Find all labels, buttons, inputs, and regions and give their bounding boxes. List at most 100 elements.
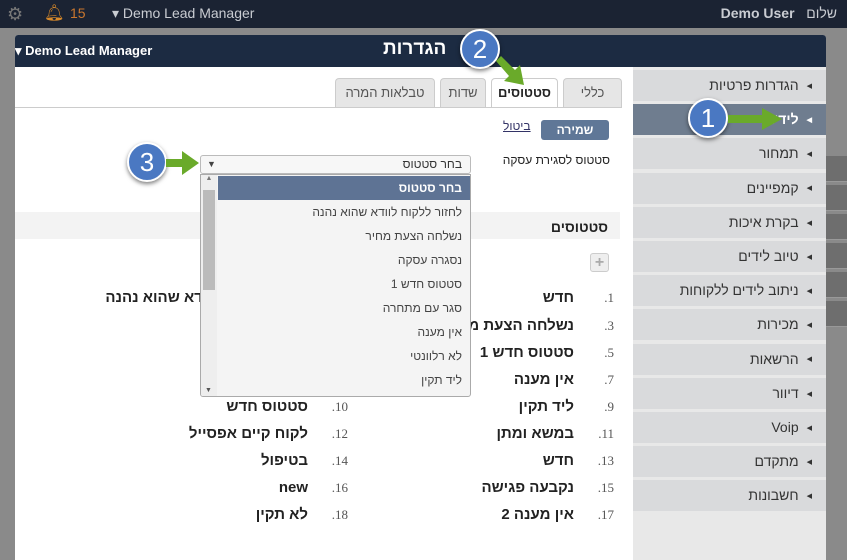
status-item[interactable]: 12. לקוח קיים אפסייל [189, 425, 348, 445]
sidebar-item-label: ניתוב לידים ללקוחות [679, 282, 799, 299]
tab-label: כללי [580, 85, 605, 100]
status-label: חדש [542, 289, 574, 306]
callout-badge-2: 2 [460, 29, 500, 69]
status-label: בטיפול [260, 452, 308, 469]
add-status-button[interactable]: + [590, 253, 609, 272]
sidebar-item-label: Voip [771, 419, 799, 435]
scroll-up-icon[interactable]: ▲ [201, 175, 217, 182]
sidebar-item-label: טיוב לידים [738, 248, 799, 264]
sidebar-item-label: מתקדם [754, 453, 799, 470]
sidebar-item[interactable]: ◀ תמחור [633, 138, 826, 170]
bell-icon[interactable]: 🔔︎ [44, 3, 64, 23]
callout-badge-3: 3 [127, 142, 167, 182]
status-number: 9. [604, 399, 614, 414]
status-number: 17. [597, 507, 614, 522]
sidebar-item[interactable]: ◀ Voip [633, 412, 826, 443]
status-item[interactable]: 1. חדש [543, 289, 614, 309]
caret-icon: ◀ [806, 82, 812, 90]
status-item[interactable]: 13. חדש [543, 452, 614, 472]
dropdown-option[interactable]: אין מענה [218, 320, 470, 344]
tab-label: טבלאות המרה [345, 85, 425, 100]
status-item[interactable]: 11. במשא ומתן [496, 425, 614, 445]
dropdown-option[interactable]: סגר עם מתחרה [218, 296, 470, 320]
sidebar-item[interactable]: ◀ מכירות [633, 309, 826, 341]
status-number: 3. [604, 318, 614, 333]
status-label: במשא ומתן [496, 425, 574, 442]
sidebar-item-label: דיוור [772, 384, 799, 401]
tab-fields[interactable]: שדות [440, 78, 486, 107]
sidebar-item[interactable]: ◀ ניתוב לידים ללקוחות [633, 275, 826, 307]
status-item[interactable]: 7. אין מענה [514, 371, 614, 391]
dropdown-option[interactable]: לא רלוונטי [218, 344, 470, 368]
greeting: שלום [806, 5, 837, 21]
status-label: אין מענה [513, 371, 574, 388]
status-item[interactable]: 9. ליד תקין [519, 398, 614, 418]
scrollbar[interactable]: ▲ ▼ [201, 175, 217, 396]
callout-badge-1: 1 [688, 98, 728, 138]
user-greeting[interactable]: שלום Demo User [721, 5, 837, 21]
sidebar-item[interactable]: ◀ בקרת איכות [633, 206, 826, 238]
status-label: לא תקין [255, 506, 308, 523]
dropdown-option[interactable]: נשלחה הצעת מחיר [218, 224, 470, 248]
status-label: אין מענה 2 [501, 506, 574, 523]
caret-icon: ◀ [806, 390, 812, 398]
status-number: 14. [331, 453, 348, 468]
arrow-icon [496, 56, 524, 85]
tab-general[interactable]: כללי [563, 78, 622, 107]
status-label: חדש [542, 452, 574, 469]
status-label: נקבעה פגישה [481, 479, 574, 496]
save-button[interactable]: שמירה [541, 120, 609, 140]
status-dropdown-list: ▲ ▼ בחר סטטוס לחזור ללקוח לוודא שהוא נהנה… [200, 174, 471, 397]
dropdown-option[interactable]: בחר סטטוס [218, 176, 470, 200]
status-item[interactable]: 14. בטיפול [261, 452, 348, 472]
caret-icon: ◀ [806, 356, 812, 364]
tabs-divider [15, 107, 622, 108]
closing-status-select[interactable]: בחר סטטוס ▼ [200, 155, 471, 174]
caret-icon: ◀ [806, 185, 812, 193]
status-number: 15. [597, 480, 614, 495]
status-number: 7. [604, 372, 614, 387]
caret-icon: ◀ [806, 116, 812, 124]
status-number: 1. [604, 290, 614, 305]
status-item[interactable]: 5. סטטוס חדש 1 [480, 344, 614, 364]
app-switcher[interactable]: ▾ Demo Lead Manager [112, 5, 254, 22]
sidebar-item-label: חשבונות [748, 487, 799, 504]
gear-icon[interactable]: ⚙ [7, 4, 23, 25]
notification-count: 15 [70, 5, 86, 21]
modal-header: ▾ Demo Lead Manager הגדרות [15, 35, 826, 67]
status-item[interactable]: 15. נקבעה פגישה [481, 479, 614, 499]
caret-icon: ◀ [806, 322, 812, 330]
app-menu[interactable]: ▾ Demo Lead Manager [15, 43, 152, 59]
sidebar-item[interactable]: ◀ הרשאות [633, 343, 826, 375]
sidebar-item[interactable]: ◀ קמפיינים [633, 172, 826, 204]
status-item[interactable]: 17. אין מענה 2 [501, 506, 614, 526]
status-label: סטטוס חדש 1 [479, 344, 574, 361]
status-item[interactable]: 18. לא תקין [256, 506, 348, 526]
sidebar-item[interactable]: ◀ הגדרות פרטיות [633, 70, 826, 101]
sidebar-item-label: מכירות [757, 316, 799, 333]
app-name: Demo Lead Manager [122, 5, 255, 21]
cancel-link[interactable]: ביטול [503, 119, 531, 133]
tab-label: שדות [448, 85, 478, 100]
sidebar-item[interactable]: ◀ טיוב לידים [633, 241, 826, 272]
status-number: 12. [331, 426, 348, 441]
sidebar-item[interactable]: ◀ חשבונות [633, 480, 826, 512]
dropdown-option[interactable]: ליד תקין [218, 368, 470, 392]
status-number: 13. [597, 453, 614, 468]
sidebar-item-label: הרשאות [749, 350, 799, 367]
dropdown-option[interactable]: נסגרה עסקה [218, 248, 470, 272]
sidebar-item[interactable]: ◀ מתקדם [633, 446, 826, 478]
status-number: 18. [331, 507, 348, 522]
top-bar: ⚙ 🔔︎ 15 ▾ Demo Lead Manager שלום Demo Us… [0, 0, 847, 28]
sidebar-item[interactable]: ◀ דיוור [633, 377, 826, 409]
status-item[interactable]: 10. סטטוס חדש [226, 398, 348, 418]
tab-conversion-tables[interactable]: טבלאות המרה [335, 78, 435, 107]
dropdown-option[interactable]: סטטוס חדש 1 [218, 272, 470, 296]
scroll-down-icon[interactable]: ▼ [205, 387, 212, 394]
dropdown-option[interactable]: לחזור ללקוח לוודא שהוא נהנה [218, 200, 470, 224]
caret-icon: ◀ [806, 424, 812, 432]
closing-status-label: סטטוס לסגירת עסקה [502, 153, 610, 167]
caret-icon: ◀ [806, 493, 812, 501]
status-item[interactable]: 16. new [279, 479, 348, 499]
scrollbar-thumb[interactable] [203, 190, 215, 290]
